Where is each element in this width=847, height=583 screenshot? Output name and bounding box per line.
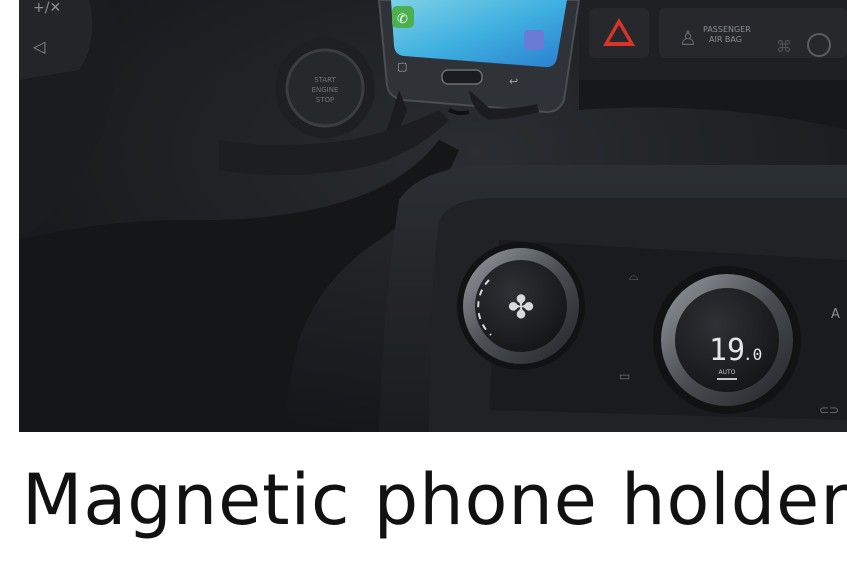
car-dashboard-illustration: +/✕ ◁ START ENGINE STOP ♙ PASSENGER AIR … (19, 0, 847, 432)
svg-text:▢: ▢ (397, 60, 407, 73)
ac-label: A (831, 307, 840, 322)
svg-text:+/✕: +/✕ (33, 0, 61, 16)
airbag-label-1: PASSENGER (703, 25, 751, 34)
stop-label: STOP (316, 96, 334, 104)
smartphone: ✆ ↩ ▢ (377, 0, 581, 114)
windshield-icon: ⌓ (629, 269, 639, 283)
svg-text:⌘: ⌘ (776, 37, 792, 56)
temperature-knob: 19 .0 AUTO (653, 266, 801, 414)
airbag-icon: ♙ (679, 26, 697, 50)
fan-speed-knob: ✤ (457, 242, 585, 370)
engine-label: ENGINE (312, 86, 339, 94)
svg-text:↩: ↩ (509, 75, 518, 88)
svg-text:⊂⊃: ⊂⊃ (819, 403, 839, 417)
product-photo: +/✕ ◁ START ENGINE STOP ♙ PASSENGER AIR … (19, 0, 847, 432)
rear-defrost-icon: ▭ (619, 369, 630, 383)
svg-text:✆: ✆ (397, 12, 408, 27)
auto-label: AUTO (719, 369, 736, 376)
product-caption: Magnetic phone holder (22, 459, 847, 541)
temperature-decimal: .0 (743, 345, 762, 364)
start-label: START (314, 76, 336, 84)
start-stop-button: START ENGINE STOP (275, 38, 375, 138)
temperature-readout: 19 (709, 333, 745, 368)
fan-icon: ✤ (508, 288, 535, 326)
svg-text:◁: ◁ (32, 37, 46, 56)
airbag-label-2: AIR BAG (709, 35, 742, 44)
